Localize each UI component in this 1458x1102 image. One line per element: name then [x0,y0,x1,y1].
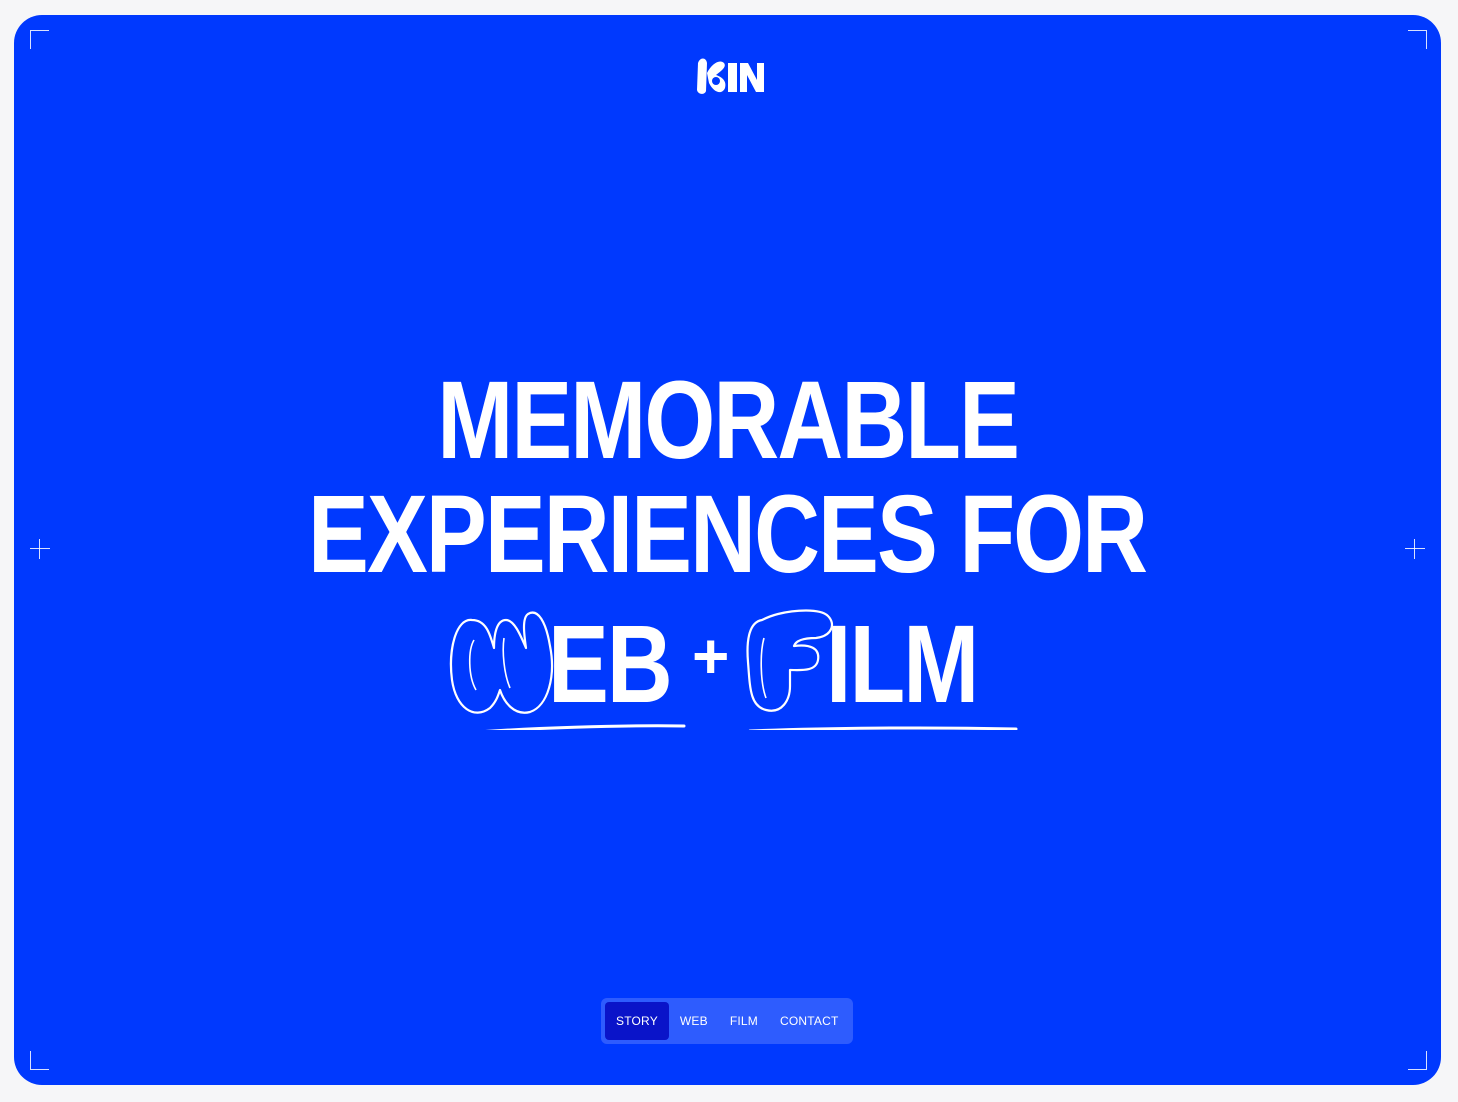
corner-mark-top-left [30,30,49,49]
hero-word-web-rest: EB [548,603,673,727]
corner-mark-top-right [1408,30,1427,49]
hero-frame: MEMORABLE EXPERIENCES FOR EB + ILM STORY… [14,15,1441,1085]
nav-item-web[interactable]: WEB [669,1002,719,1040]
nav-item-contact[interactable]: CONTACT [769,1002,850,1040]
corner-mark-bottom-left [30,1051,49,1070]
hero-line-1-text: MEMORABLE [437,358,1020,482]
nav-item-film[interactable]: FILM [719,1002,769,1040]
hero-line-1: MEMORABLE [14,365,1441,475]
nav-item-story[interactable]: STORY [605,1002,669,1040]
corner-mark-bottom-right [1408,1051,1427,1070]
bottom-nav: STORY WEB FILM CONTACT [601,998,853,1044]
hero-line-3: EB + ILM [444,590,1044,730]
hero-plus: + [692,620,730,692]
hero-line-2-text: EXPERIENCES FOR [308,472,1148,596]
hero-line-2: EXPERIENCES FOR [14,479,1441,589]
kin-logo[interactable] [694,55,770,95]
hero-word-film-rest: ILM [826,603,979,727]
